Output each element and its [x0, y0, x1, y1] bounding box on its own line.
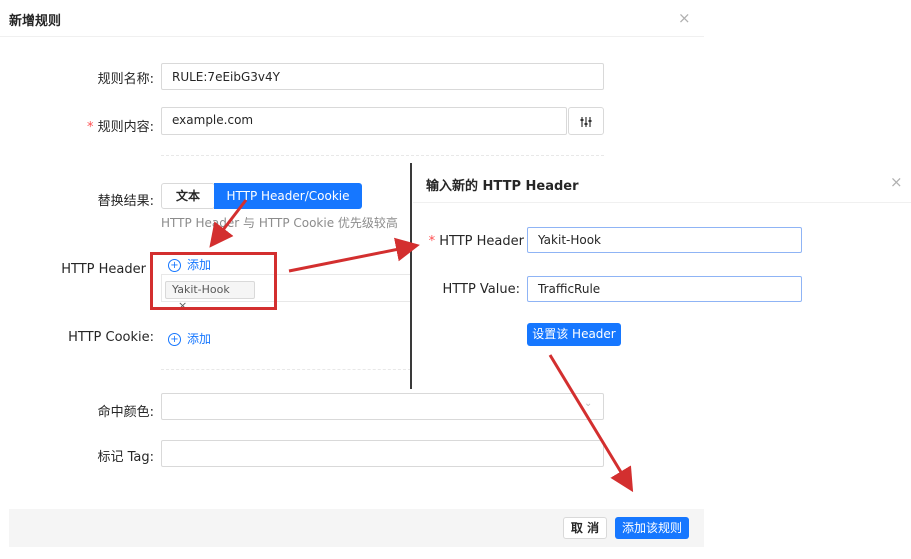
arrow-to-submit	[548, 354, 634, 493]
annotation-arrows	[209, 199, 634, 493]
arrow-to-add-header	[209, 199, 248, 248]
arrow-to-dialog	[288, 237, 420, 273]
